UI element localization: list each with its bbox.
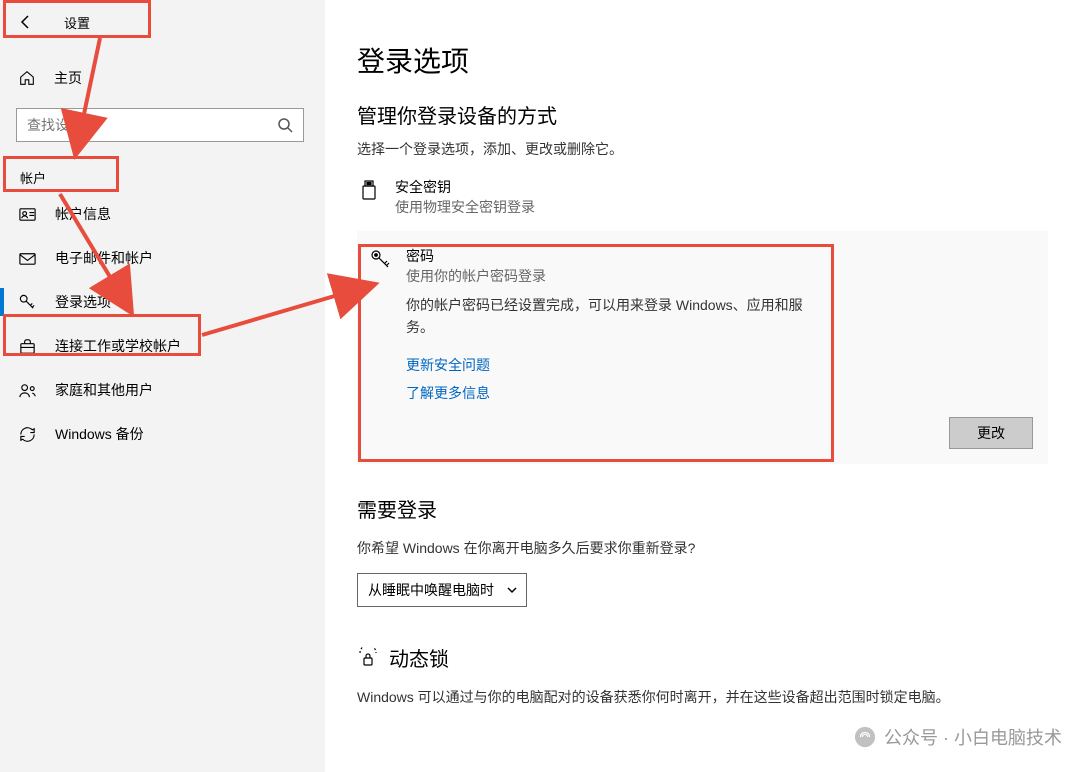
option-password[interactable]: 密码 使用你的帐户密码登录 xyxy=(368,246,1033,286)
page-title: 登录选项 xyxy=(357,40,1048,80)
password-desc: 使用你的帐户密码登录 xyxy=(406,266,546,286)
briefcase-icon xyxy=(18,337,37,356)
sync-icon xyxy=(18,425,37,444)
security-key-title: 安全密钥 xyxy=(395,177,535,197)
home-label: 主页 xyxy=(54,68,82,88)
dropdown-value: 从睡眠中唤醒电脑时 xyxy=(368,580,494,600)
search-icon xyxy=(277,117,293,133)
person-card-icon xyxy=(18,205,37,224)
dynamic-lock-title: 动态锁 xyxy=(389,643,449,672)
require-signin-dropdown[interactable]: 从睡眠中唤醒电脑时 xyxy=(357,573,527,607)
manage-signin-title: 管理你登录设备的方式 xyxy=(357,100,1048,129)
mail-icon xyxy=(18,249,37,268)
key-icon xyxy=(368,246,392,274)
sidebar-home[interactable]: 主页 xyxy=(0,56,325,100)
change-password-button[interactable]: 更改 xyxy=(949,417,1033,449)
people-icon xyxy=(18,381,37,400)
sidebar-item-work-school[interactable]: 连接工作或学校帐户 xyxy=(0,324,325,368)
search-input[interactable] xyxy=(27,117,277,133)
sidebar-item-label: 家庭和其他用户 xyxy=(55,380,153,400)
require-signin-title: 需要登录 xyxy=(357,494,1048,523)
dynamic-lock-icon xyxy=(357,647,379,669)
password-detail: 你的帐户密码已经设置完成，可以用来登录 Windows、应用和服务。 xyxy=(406,294,806,339)
security-key-desc: 使用物理安全密钥登录 xyxy=(395,197,535,217)
sidebar-item-label: 连接工作或学校帐户 xyxy=(55,336,181,356)
update-security-questions-link[interactable]: 更新安全问题 xyxy=(406,355,1033,375)
home-icon xyxy=(18,69,36,87)
search-input-container[interactable] xyxy=(16,108,304,142)
chevron-down-icon xyxy=(506,584,518,596)
dynamic-lock-desc: Windows 可以通过与你的电脑配对的设备获悉你何时离开，并在这些设备超出范围… xyxy=(357,686,1048,708)
password-title: 密码 xyxy=(406,246,546,266)
sidebar-section-accounts: 帐户 xyxy=(0,162,325,192)
sidebar-item-account-info[interactable]: 帐户信息 xyxy=(0,192,325,236)
usb-key-icon xyxy=(357,177,381,205)
sidebar-item-backup[interactable]: Windows 备份 xyxy=(0,412,325,456)
sidebar-item-label: 帐户信息 xyxy=(55,204,111,224)
require-signin-desc: 你希望 Windows 在你离开电脑多久后要求你重新登录? xyxy=(357,537,1048,559)
key-icon xyxy=(18,293,37,312)
sidebar-item-label: 电子邮件和帐户 xyxy=(55,248,153,268)
option-password-expanded: 密码 使用你的帐户密码登录 你的帐户密码已经设置完成，可以用来登录 Window… xyxy=(357,231,1048,464)
back-button[interactable] xyxy=(16,12,36,32)
sidebar-item-family[interactable]: 家庭和其他用户 xyxy=(0,368,325,412)
sidebar-item-label: 登录选项 xyxy=(55,292,111,312)
sidebar-item-signin-options[interactable]: 登录选项 xyxy=(0,280,325,324)
option-security-key[interactable]: 安全密钥 使用物理安全密钥登录 xyxy=(357,173,1048,225)
sidebar-item-label: Windows 备份 xyxy=(55,424,144,444)
sidebar-item-email[interactable]: 电子邮件和帐户 xyxy=(0,236,325,280)
learn-more-link[interactable]: 了解更多信息 xyxy=(406,383,1033,403)
manage-signin-desc: 选择一个登录选项，添加、更改或删除它。 xyxy=(357,139,1048,159)
settings-title: 设置 xyxy=(64,13,90,32)
